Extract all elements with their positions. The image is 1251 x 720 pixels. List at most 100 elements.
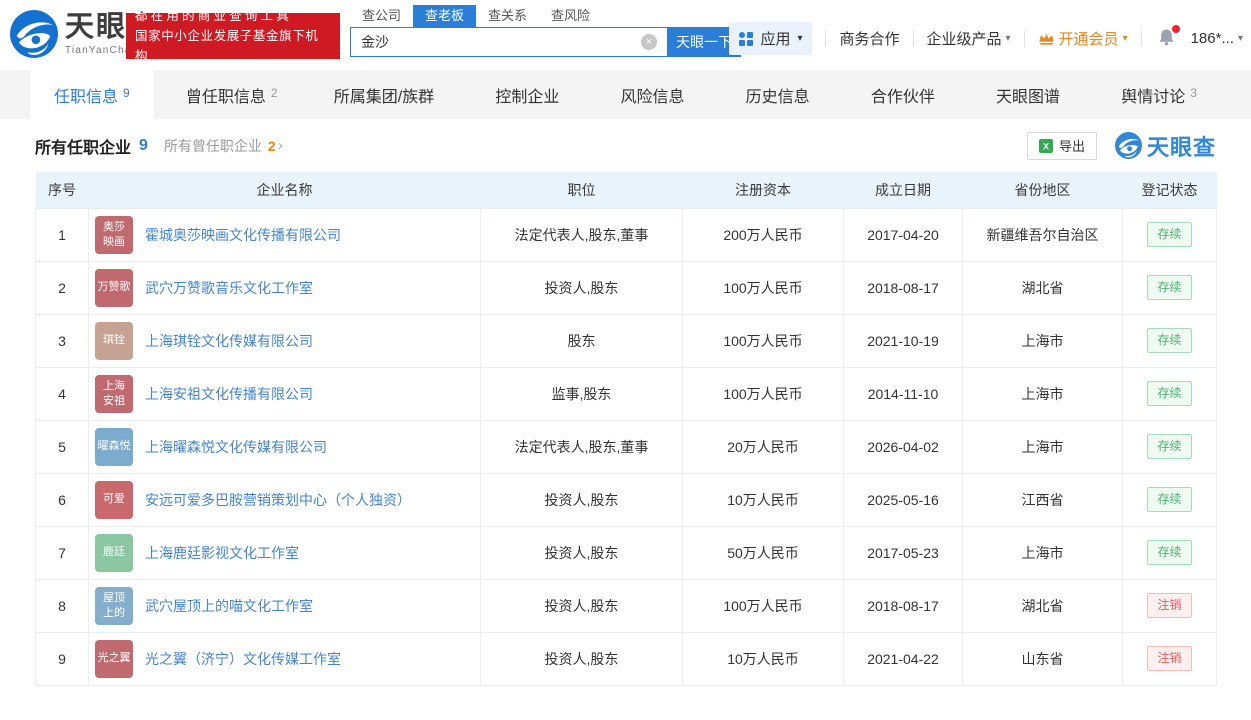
nav-tab[interactable]: 控制企业 [471,70,588,119]
table-row: 9 光之翼 光之翼（济宁）文化传媒工作室 投资人,股东 10万人民币 2021-… [35,631,1217,686]
vip-membership-menu[interactable]: 开通会员 ▾ [1038,28,1128,49]
search-input[interactable] [350,27,667,57]
capital-cell: 200万人民币 [682,207,844,262]
nav-tab[interactable]: 历史信息 [722,70,839,119]
apps-grid-icon [739,31,754,46]
company-link[interactable]: 霍城奥莎映画文化传播有限公司 [145,225,341,245]
company-logo: 曜森悦 [95,427,133,466]
company-logo: 琪铨 [95,321,133,360]
export-button[interactable]: X 导出 [1026,131,1097,160]
table-row: 8 屋顶 上的 武穴屋顶上的喵文化工作室 投资人,股东 100万人民币 2018… [35,578,1217,633]
top-header: 天眼查 TianYanCha.com 都在用的商业查询工具 国家中小企业发展子基… [0,0,1251,70]
nav-tab[interactable]: 风险信息 [597,70,714,119]
table-row: 3 琪铨 上海琪铨文化传媒有限公司 股东 100万人民币 2021-10-19 … [35,313,1217,368]
enterprise-products-menu[interactable]: 企业级产品 ▾ [927,28,1011,49]
nav-tab[interactable]: 合作伙伴 [847,70,964,119]
nav-tab-label: 风险信息 [620,88,685,106]
status-badge: 注销 [1147,646,1192,671]
account-menu[interactable]: 186*... ▾ [1191,30,1243,47]
nav-tab-label: 控制企业 [495,88,560,106]
date-cell: 2026-04-02 [843,419,963,474]
company-link[interactable]: 上海曜森悦文化传媒有限公司 [145,437,327,457]
capital-cell: 20万人民币 [682,419,844,474]
promo-line2: 国家中小企业发展子基金旗下机构 [135,29,319,63]
status-badge: 注销 [1147,593,1192,618]
chevron-down-icon: ▾ [1122,33,1128,44]
province-cell: 上海市 [962,313,1123,368]
chevron-down-icon: ▾ [1005,33,1011,44]
table-header-row: 序号 企业名称 职位 注册资本 成立日期 省份地区 登记状态 [35,172,1217,208]
detail-nav-tabs: 任职信息 9 曾任职信息 2 所属集团/族群 控制企业 风险信息 历史信息 合作… [0,70,1251,119]
status-badge: 存续 [1147,328,1192,353]
company-logo: 万赞歌 [95,268,133,307]
province-cell: 上海市 [962,366,1123,421]
column-header: 注册资本 [682,172,844,208]
company-link[interactable]: 上海鹿廷影视文化工作室 [145,543,299,563]
company-link[interactable]: 武穴万赞歌音乐文化工作室 [145,278,313,298]
position-cell: 投资人,股东 [480,260,683,315]
search-tab[interactable]: 查老板 [413,5,477,27]
notifications-bell[interactable] [1157,24,1180,50]
search-tab[interactable]: 查关系 [476,5,539,27]
column-header: 职位 [480,172,683,208]
nav-tab-label: 合作伙伴 [870,88,935,106]
table-row: 1 奥莎 映画 霍城奥莎映画文化传播有限公司 法定代表人,股东,董事 200万人… [35,207,1217,262]
row-index: 3 [35,313,89,368]
section-count: 9 [139,136,148,154]
crown-icon [1038,33,1054,45]
watermark-logo: 天眼查 [1114,130,1216,162]
column-header: 成立日期 [843,172,963,208]
row-index: 1 [35,207,89,262]
former-positions-count: 2 [267,137,276,154]
date-cell: 2018-08-17 [843,578,963,633]
position-cell: 法定代表人,股东,董事 [480,207,683,262]
company-link[interactable]: 上海琪铨文化传媒有限公司 [145,331,313,351]
chevron-down-icon: ▾ [1237,33,1243,44]
capital-cell: 10万人民币 [682,472,844,527]
province-cell: 新疆维吾尔自治区 [962,207,1123,262]
position-cell: 投资人,股东 [480,631,683,686]
table-row: 2 万赞歌 武穴万赞歌音乐文化工作室 投资人,股东 100万人民币 2018-0… [35,260,1217,315]
table-row: 7 鹿廷 上海鹿廷影视文化工作室 投资人,股东 50万人民币 2017-05-2… [35,525,1217,580]
former-positions-link[interactable]: 所有曾任职企业 2 › [164,136,283,156]
column-header: 序号 [35,172,89,208]
capital-cell: 50万人民币 [682,525,844,580]
capital-cell: 100万人民币 [682,313,844,368]
company-logo: 光之翼 [95,639,133,678]
apps-menu[interactable]: 应用 ▾ [729,22,813,55]
date-cell: 2025-05-16 [843,472,963,527]
search-tabs: 查公司 查老板 查关系 查风险 [350,5,741,27]
position-cell: 投资人,股东 [480,578,683,633]
date-cell: 2018-08-17 [843,260,963,315]
province-cell: 山东省 [962,631,1123,686]
nav-tab-label: 舆情讨论 [1121,88,1186,106]
company-link[interactable]: 武穴屋顶上的喵文化工作室 [145,596,313,616]
status-badge: 存续 [1147,381,1192,406]
date-cell: 2017-04-20 [843,207,963,262]
position-cell: 投资人,股东 [480,472,683,527]
date-cell: 2021-10-19 [843,313,963,368]
nav-tab-label: 任职信息 [54,88,119,106]
nav-tab[interactable]: 舆情讨论 3 [1097,70,1221,119]
divider [825,30,827,47]
nav-tab[interactable]: 所属集团/族群 [310,70,463,119]
capital-cell: 100万人民币 [682,260,844,315]
nav-tab[interactable]: 曾任职信息 2 [162,70,302,119]
capital-cell: 100万人民币 [682,366,844,421]
divider [1023,30,1025,47]
nav-tab-count: 3 [1190,85,1197,100]
status-badge: 存续 [1147,275,1192,300]
status-badge: 存续 [1147,540,1192,565]
company-link[interactable]: 上海安祖文化传播有限公司 [145,384,313,404]
company-logo: 奥莎 映画 [95,215,133,254]
date-cell: 2014-11-10 [843,366,963,421]
company-link[interactable]: 光之翼（济宁）文化传媒工作室 [145,649,341,669]
search-tab[interactable]: 查公司 [350,5,413,27]
clear-icon[interactable]: × [641,34,657,50]
province-cell: 上海市 [962,419,1123,474]
nav-tab[interactable]: 任职信息 9 [30,70,154,119]
search-tab[interactable]: 查风险 [539,5,602,27]
nav-tab[interactable]: 天眼图谱 [972,70,1089,119]
company-link[interactable]: 安远可爱多巴胺营销策划中心（个人独资） [145,490,411,510]
business-cooperation-link[interactable]: 商务合作 [839,28,899,49]
